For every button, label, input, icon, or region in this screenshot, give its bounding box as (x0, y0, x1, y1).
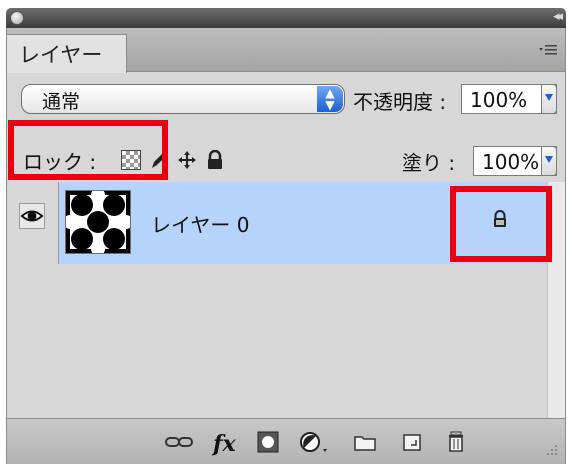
blend-mode-select[interactable]: 通常 ▲ ▼ (21, 84, 345, 114)
layer-thumbnail (63, 188, 133, 256)
opacity-label: 不透明度 : (353, 90, 447, 114)
panel-menu-icon[interactable] (539, 41, 557, 60)
up-down-arrows-icon[interactable]: ▲ ▼ (317, 86, 343, 112)
trash-icon[interactable] (445, 431, 467, 453)
tab-strip: レイヤー (7, 28, 565, 73)
fill-field[interactable]: 100% (473, 146, 557, 176)
panel-titlebar: ◂◂ (6, 8, 566, 28)
add-mask-icon[interactable] (257, 431, 279, 453)
panel-footer: fx (7, 418, 565, 464)
fx-icon[interactable]: fx (213, 431, 236, 457)
layer-name: レイヤー 0 (151, 213, 250, 237)
opacity-value: 100% (470, 88, 528, 112)
lock-all-icon[interactable] (205, 149, 225, 170)
fill-value: 100% (482, 150, 540, 174)
blend-mode-value: 通常 (42, 91, 81, 113)
visibility-cell[interactable] (7, 182, 59, 264)
eye-icon[interactable] (19, 203, 45, 229)
tab-layers[interactable]: レイヤー (7, 34, 127, 73)
chevron-down-icon[interactable] (541, 84, 557, 114)
new-layer-icon[interactable] (401, 431, 423, 453)
adjustment-layer-icon[interactable] (299, 431, 329, 453)
close-icon[interactable] (10, 11, 24, 25)
opacity-field[interactable]: 100% (461, 84, 557, 114)
collapse-panel-icon[interactable]: ◂◂ (553, 9, 563, 24)
new-group-icon[interactable] (353, 431, 377, 453)
lock-position-icon[interactable] (177, 150, 197, 170)
link-layers-icon[interactable] (165, 431, 193, 453)
highlight-box-lock (8, 120, 168, 180)
fill-label: 塗り : (402, 151, 456, 175)
highlight-box-layer-lock (450, 186, 552, 262)
resize-grip-icon[interactable] (543, 445, 559, 464)
chevron-down-icon[interactable] (541, 146, 557, 176)
